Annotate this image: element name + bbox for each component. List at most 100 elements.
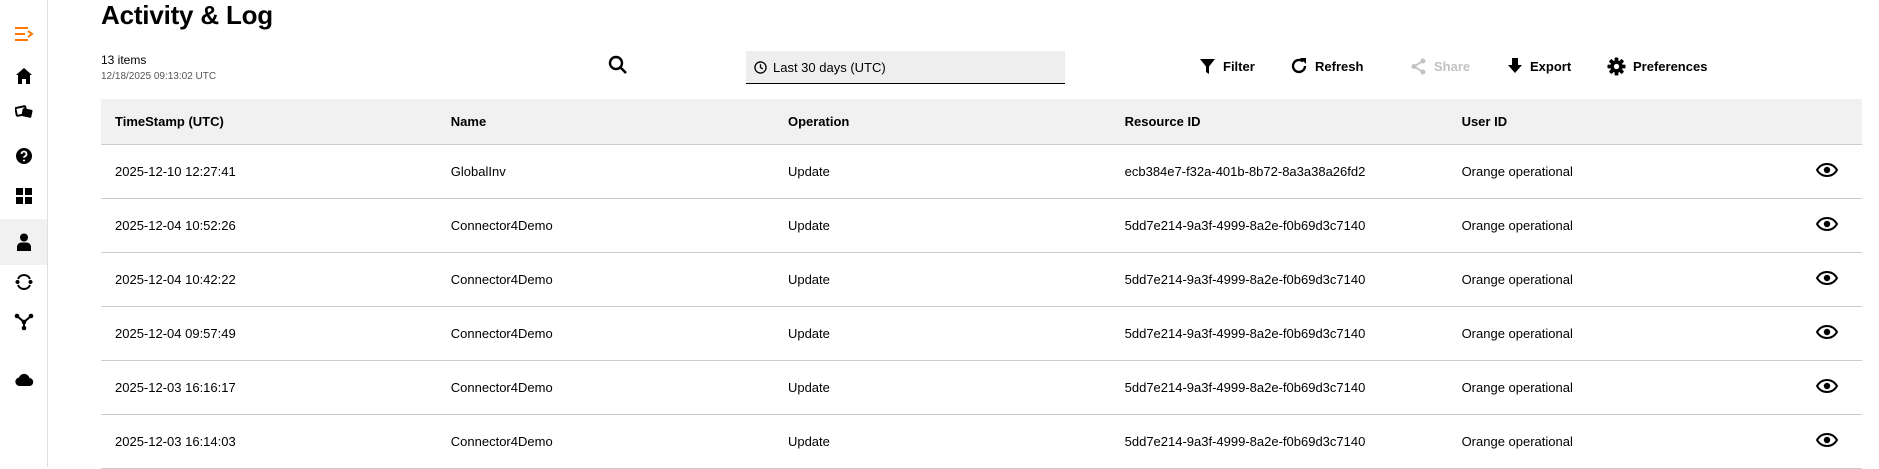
cell-name: Connector4Demo (436, 252, 774, 307)
table-row[interactable]: 2025-12-03 16:14:03 Connector4Demo Updat… (101, 414, 1862, 469)
share-icon (1411, 58, 1426, 74)
eye-icon (1816, 162, 1839, 177)
sidebar-item-dashboard[interactable] (0, 176, 47, 216)
last-updated-timestamp: 12/18/2025 09:13:02 UTC (101, 71, 217, 82)
table-row[interactable]: 2025-12-04 09:57:49 Connector4Demo Updat… (101, 306, 1862, 361)
date-range-value: Last 30 days (UTC) (773, 59, 886, 75)
eye-icon (1816, 216, 1839, 231)
cell-name: Connector4Demo (436, 306, 774, 361)
view-details-button[interactable] (1816, 162, 1839, 180)
cell-resource-id: 5dd7e214-9a3f-4999-8a2e-f0b69d3c7140 (1110, 306, 1448, 361)
cell-operation: Update (773, 198, 1111, 253)
table-row[interactable]: 2025-12-03 16:16:17 Connector4Demo Updat… (101, 360, 1862, 415)
cell-resource-id: 5dd7e214-9a3f-4999-8a2e-f0b69d3c7140 (1110, 360, 1448, 415)
share-label: Share (1434, 58, 1471, 74)
sidebar-item-cloud[interactable] (0, 360, 47, 400)
cell-operation: Update (773, 306, 1111, 361)
cell-actions (1784, 414, 1862, 469)
cell-user-id: Orange operational (1447, 306, 1785, 361)
main-content: Activity & Log 13 items 12/18/2025 09:13… (101, 0, 1879, 469)
view-details-button[interactable] (1816, 270, 1839, 288)
refresh-label: Refresh (1315, 58, 1364, 74)
filter-label: Filter (1223, 58, 1255, 74)
sidebar-item-home[interactable] (0, 56, 47, 96)
help-icon (15, 148, 32, 164)
download-icon (1508, 58, 1522, 73)
filter-button[interactable]: Filter (1199, 55, 1255, 77)
view-details-button[interactable] (1816, 378, 1839, 396)
cell-timestamp: 2025-12-03 16:14:03 (101, 414, 437, 469)
preferences-button[interactable]: Preferences (1607, 55, 1707, 77)
cell-timestamp: 2025-12-04 10:52:26 (101, 198, 437, 253)
cell-name: GlobalInv (436, 144, 774, 199)
cell-timestamp: 2025-12-04 09:57:49 (101, 306, 437, 361)
sync-icon (15, 274, 32, 290)
cell-timestamp: 2025-12-10 12:27:41 (101, 144, 437, 199)
sidebar-item-tickets[interactable] (0, 92, 47, 132)
eye-icon (1816, 378, 1839, 393)
menu-collapse-icon (14, 27, 34, 41)
cell-actions (1784, 306, 1862, 361)
column-header-operation[interactable]: Operation (773, 99, 1111, 145)
cell-timestamp: 2025-12-03 16:16:17 (101, 360, 437, 415)
cell-resource-id: 5dd7e214-9a3f-4999-8a2e-f0b69d3c7140 (1110, 198, 1448, 253)
table-row[interactable]: 2025-12-10 12:27:41 GlobalInv Update ecb… (101, 144, 1862, 199)
sidebar-item-help[interactable] (0, 136, 47, 176)
share-button[interactable]: Share (1410, 55, 1470, 77)
items-count: 13 items (101, 53, 147, 67)
dashboard-grid-icon (15, 188, 32, 204)
cell-user-id: Orange operational (1447, 144, 1785, 199)
clock-icon (754, 60, 767, 74)
home-icon (15, 68, 32, 84)
cell-user-id: Orange operational (1447, 252, 1785, 307)
refresh-button[interactable]: Refresh (1290, 55, 1363, 77)
network-icon (14, 313, 33, 331)
cloud-icon (14, 373, 33, 387)
view-details-button[interactable] (1816, 324, 1839, 342)
cell-timestamp: 2025-12-04 10:42:22 (101, 252, 437, 307)
column-header-timestamp[interactable]: TimeStamp (UTC) (101, 99, 437, 145)
cell-resource-id: 5dd7e214-9a3f-4999-8a2e-f0b69d3c7140 (1110, 252, 1448, 307)
cell-name: Connector4Demo (436, 198, 774, 253)
tickets-icon (14, 105, 33, 118)
user-icon (16, 233, 31, 251)
eye-icon (1816, 324, 1839, 339)
view-details-button[interactable] (1816, 216, 1839, 234)
cell-user-id: Orange operational (1447, 198, 1785, 253)
cell-user-id: Orange operational (1447, 414, 1785, 469)
eye-icon (1816, 432, 1839, 447)
cell-operation: Update (773, 144, 1111, 199)
page-title: Activity & Log (101, 0, 273, 30)
cell-name: Connector4Demo (436, 414, 774, 469)
sidebar-menu-toggle[interactable] (0, 14, 47, 54)
cell-operation: Update (773, 252, 1111, 307)
activity-log-table: TimeStamp (UTC) Name Operation Resource … (101, 99, 1862, 469)
column-header-resource-id[interactable]: Resource ID (1110, 99, 1448, 145)
cell-actions (1784, 144, 1862, 199)
cell-resource-id: ecb384e7-f32a-401b-8b72-8a3a38a26fd2 (1110, 144, 1448, 199)
column-header-actions (1784, 99, 1862, 145)
view-details-button[interactable] (1816, 432, 1839, 450)
cell-operation: Update (773, 414, 1111, 469)
table-row[interactable]: 2025-12-04 10:52:26 Connector4Demo Updat… (101, 198, 1862, 253)
date-range-field[interactable]: Last 30 days (UTC) (746, 51, 1065, 84)
sidebar-item-network[interactable] (0, 302, 47, 342)
column-header-user-id[interactable]: User ID (1447, 99, 1785, 145)
export-label: Export (1530, 58, 1572, 74)
cell-user-id: Orange operational (1447, 360, 1785, 415)
sidebar (0, 0, 48, 467)
cell-operation: Update (773, 360, 1111, 415)
cell-resource-id: 5dd7e214-9a3f-4999-8a2e-f0b69d3c7140 (1110, 414, 1448, 469)
cell-actions (1784, 252, 1862, 307)
column-header-name[interactable]: Name (436, 99, 774, 145)
preferences-label: Preferences (1633, 58, 1708, 74)
sidebar-item-user[interactable] (0, 219, 47, 265)
gear-icon (1607, 56, 1626, 76)
sidebar-item-sync[interactable] (0, 262, 47, 302)
cell-actions (1784, 198, 1862, 253)
export-button[interactable]: Export (1507, 55, 1571, 77)
eye-icon (1816, 270, 1839, 285)
search-button[interactable] (608, 55, 630, 77)
table-row[interactable]: 2025-12-04 10:42:22 Connector4Demo Updat… (101, 252, 1862, 307)
filter-icon (1200, 58, 1215, 74)
